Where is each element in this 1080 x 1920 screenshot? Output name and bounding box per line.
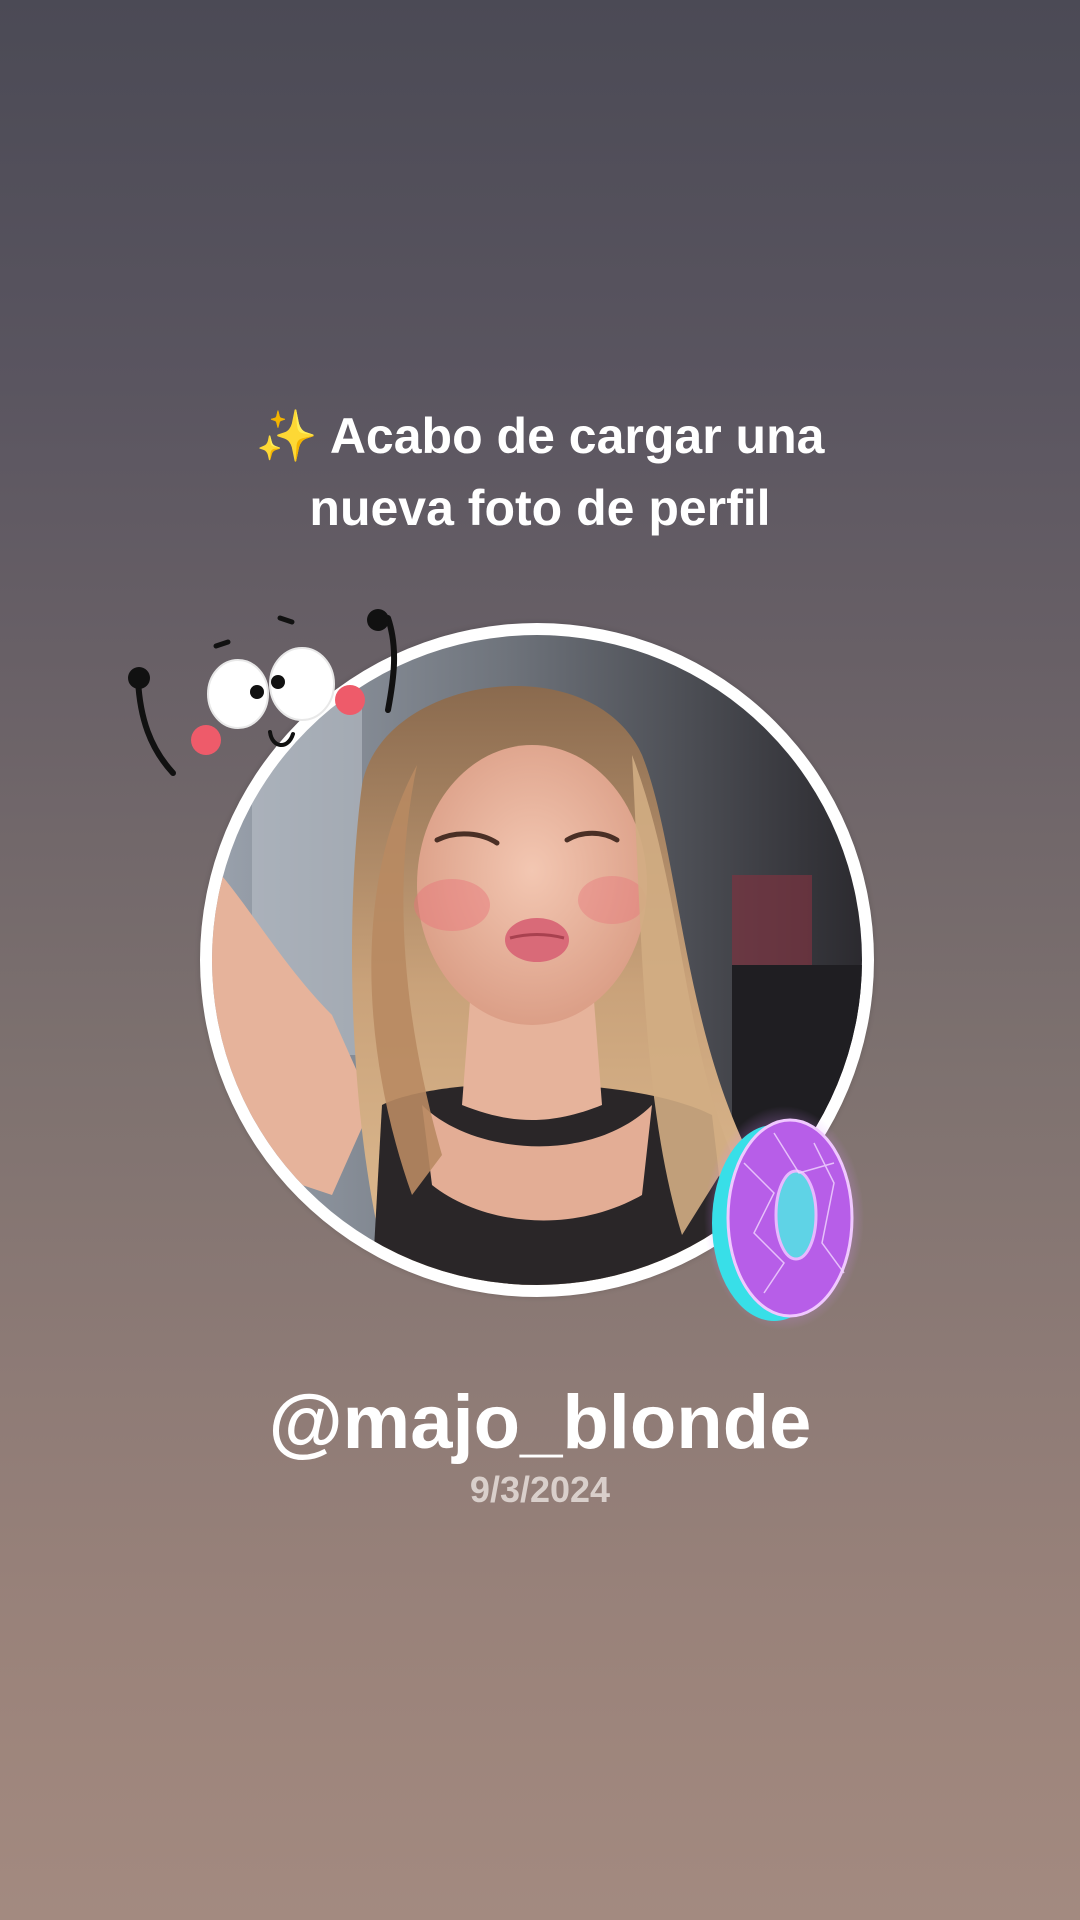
headline-line-2: nueva foto de perfil (309, 480, 771, 536)
upload-date: 9/3/2024 (469, 1469, 611, 1510)
cartoon-face-sticker (128, 609, 398, 776)
glowing-donut-sticker (704, 1106, 864, 1330)
sparkles-icon: ✨ (255, 408, 318, 464)
username[interactable]: @majo_blonde (0, 1378, 1080, 1468)
headline-text-1: Acabo de cargar una (329, 408, 825, 464)
headline: ✨ Acabo de cargar una nueva foto de perfi… (0, 400, 1080, 544)
headline-line-1: ✨ Acabo de cargar una (0, 400, 1080, 472)
